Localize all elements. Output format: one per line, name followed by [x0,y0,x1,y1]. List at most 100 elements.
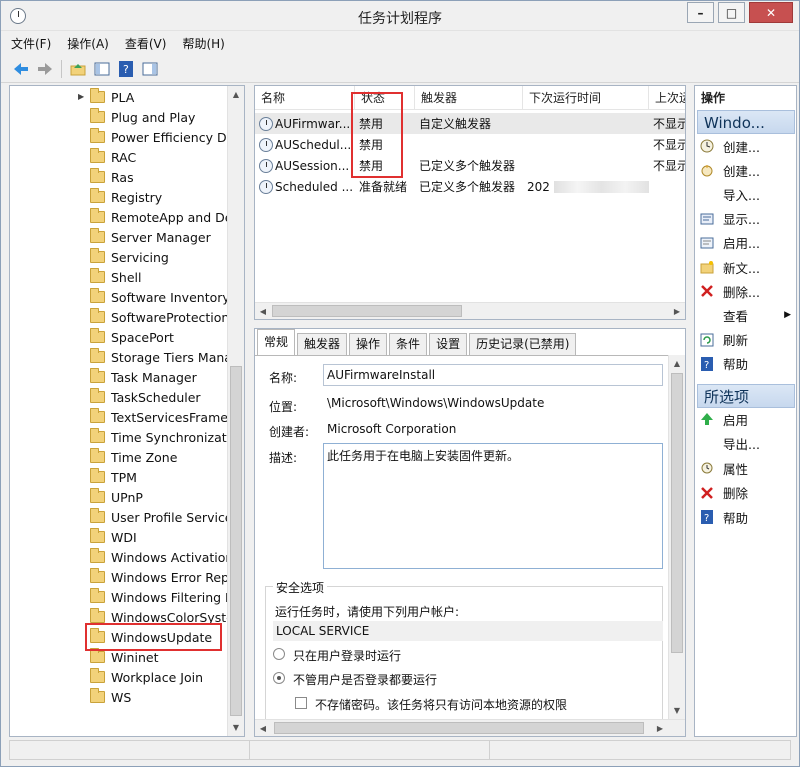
tab-settings[interactable]: 设置 [429,333,468,355]
selected-action-properties[interactable]: 属性 [699,457,795,479]
tree-item-taskscheduler[interactable]: TaskScheduler [10,387,230,407]
tree-item-software-inventory-l[interactable]: Software Inventory L [10,287,230,307]
tree-item-ras[interactable]: Ras [10,167,230,187]
tab-conditions[interactable]: 条件 [389,333,428,355]
menu-action[interactable]: 操作(A) [67,35,109,52]
folder-icon [90,448,105,463]
action-new-folder[interactable]: 新文... [699,256,795,278]
folder-icon [90,208,105,223]
help-icon[interactable]: ? [116,59,136,79]
tree-item-textservicesframew[interactable]: TextServicesFramew [10,407,230,427]
tree-item-shell[interactable]: Shell [10,267,230,287]
menu-view[interactable]: 查看(V) [125,35,167,52]
tree-item-ws[interactable]: WS [10,687,230,707]
show-hide-tree-icon[interactable] [92,59,112,79]
tab-history[interactable]: 历史记录(已禁用) [469,333,577,355]
up-folder-icon[interactable] [68,59,88,79]
actions-group-selected-item[interactable]: 所选项 [697,384,795,408]
checkbox-do-not-store-password[interactable] [295,697,307,709]
selected-action-export[interactable]: 导出... [699,433,795,455]
tab-actions[interactable]: 操作 [349,333,388,355]
action-import-task[interactable]: 导入... [699,183,795,205]
task-row[interactable]: Scheduled ... 准备就绪 已定义多个触发器 202 [255,176,685,197]
selected-action-delete[interactable]: 删除 [699,482,795,504]
action-display-running-tasks[interactable]: 显示... [699,208,795,230]
tree-vertical-scrollbar[interactable]: ▲ ▼ [227,86,244,736]
tree-item-user-profile-service[interactable]: User Profile Service [10,507,230,527]
col-last-run[interactable]: 上次运 [649,86,685,110]
tree-item-label: RemoteApp and De [111,209,230,225]
action-view-menu[interactable]: 查看 ▶ [699,304,795,326]
selected-action-enable[interactable]: 启用 [699,408,795,430]
selected-action-help[interactable]: ? 帮助 [699,506,795,528]
task-list-scroll-thumb[interactable] [272,305,462,317]
tree-item-windows-activation[interactable]: Windows Activation [10,547,230,567]
menu-help[interactable]: 帮助(H) [182,35,224,52]
close-button[interactable]: ✕ [749,2,793,23]
tree-item-registry[interactable]: Registry [10,187,230,207]
tree-item-windows-filtering-pl[interactable]: Windows Filtering Pl [10,587,230,607]
task-row[interactable]: AUSession... 禁用 已定义多个触发器 不显示 [255,155,685,176]
actions-group-folder[interactable]: Windo... [697,110,795,134]
task-list-horizontal-scrollbar[interactable]: ◀ ▶ [255,302,685,319]
tree-item-time-synchronizatio[interactable]: Time Synchronizatio [10,427,230,447]
tree-item-servicing[interactable]: Servicing [10,247,230,267]
forward-arrow-icon[interactable] [35,59,55,79]
tree-item-server-manager[interactable]: Server Manager [10,227,230,247]
menu-file[interactable]: 文件(F) [11,35,51,52]
tree-item-spaceport[interactable]: SpacePort [10,327,230,347]
tab-triggers[interactable]: 触发器 [297,333,348,355]
action-create-task[interactable]: 创建... [699,159,795,181]
task-name: Scheduled ... [275,179,354,194]
tree-item-softwareprotectionp[interactable]: SoftwareProtectionP [10,307,230,327]
action-enable-history[interactable]: 启用... [699,232,795,254]
tree-item-windows-error-repo[interactable]: Windows Error Repo [10,567,230,587]
col-trigger[interactable]: 触发器 [415,86,523,110]
description-field[interactable]: 此任务用于在电脑上安装固件更新。 [323,443,663,569]
tree-item-wdi[interactable]: WDI [10,527,230,547]
back-arrow-icon[interactable] [11,59,31,79]
action-help[interactable]: ? 帮助 [699,353,795,375]
task-row[interactable]: AUSchedul... 禁用 不显示 [255,134,685,155]
tree-scroll-thumb[interactable] [230,366,242,716]
task-row[interactable]: AUFirmwar... 禁用 自定义触发器 不显示 [255,113,686,134]
action-delete-folder[interactable]: 删除... [699,280,795,302]
tree-item-remoteapp-and-de[interactable]: RemoteApp and De [10,207,230,227]
show-action-pane-icon[interactable] [140,59,160,79]
highlight-box-windowsupdate [85,623,222,651]
tree-item-task-manager[interactable]: Task Manager [10,367,230,387]
action-create-basic-task[interactable]: 创建... [699,135,795,157]
radio-run-whether-logged-on[interactable] [273,672,285,684]
folder-icon [90,528,105,543]
tree-item-label: WDI [111,529,137,545]
col-next-run[interactable]: 下次运行时间 [523,86,649,110]
tree-item-label: SoftwareProtectionP [111,309,230,325]
tree-item-tpm[interactable]: TPM [10,467,230,487]
tree-item-rac[interactable]: RAC [10,147,230,167]
radio-run-when-logged-on[interactable] [273,648,285,660]
tree-item-pla[interactable]: PLA [10,87,230,107]
minimize-button[interactable]: – [687,2,714,23]
properties-scroll-thumb[interactable] [671,373,683,653]
task-scheduler-window: 任务计划程序 – □ ✕ 文件(F) 操作(A) 查看(V) 帮助(H) ? ▶… [0,0,800,767]
task-last: 不显示 [653,117,686,131]
tree-item-plug-and-play[interactable]: Plug and Play [10,107,230,127]
properties-vertical-scrollbar[interactable]: ▲ ▼ [668,355,685,719]
tree-item-time-zone[interactable]: Time Zone [10,447,230,467]
action-refresh[interactable]: 刷新 [699,329,795,351]
properties-hscroll-thumb[interactable] [274,722,644,734]
maximize-button[interactable]: □ [718,2,745,23]
folder-icon [90,608,105,623]
tree-item-power-efficiency-dia[interactable]: Power Efficiency Dia [10,127,230,147]
tree-item-workplace-join[interactable]: Workplace Join [10,667,230,687]
task-name: AUFirmwar... [275,116,351,131]
tree-item-label: Server Manager [111,229,211,245]
tree-item-storage-tiers-mana[interactable]: Storage Tiers Mana [10,347,230,367]
folder-icon [90,148,105,163]
svg-text:?: ? [704,513,709,524]
properties-horizontal-scrollbar[interactable]: ◀ ▶ [255,719,685,736]
name-field[interactable]: AUFirmwareInstall [323,364,663,386]
tab-general[interactable]: 常规 [257,329,296,355]
col-name[interactable]: 名称 [255,86,355,110]
tree-item-upnp[interactable]: UPnP [10,487,230,507]
